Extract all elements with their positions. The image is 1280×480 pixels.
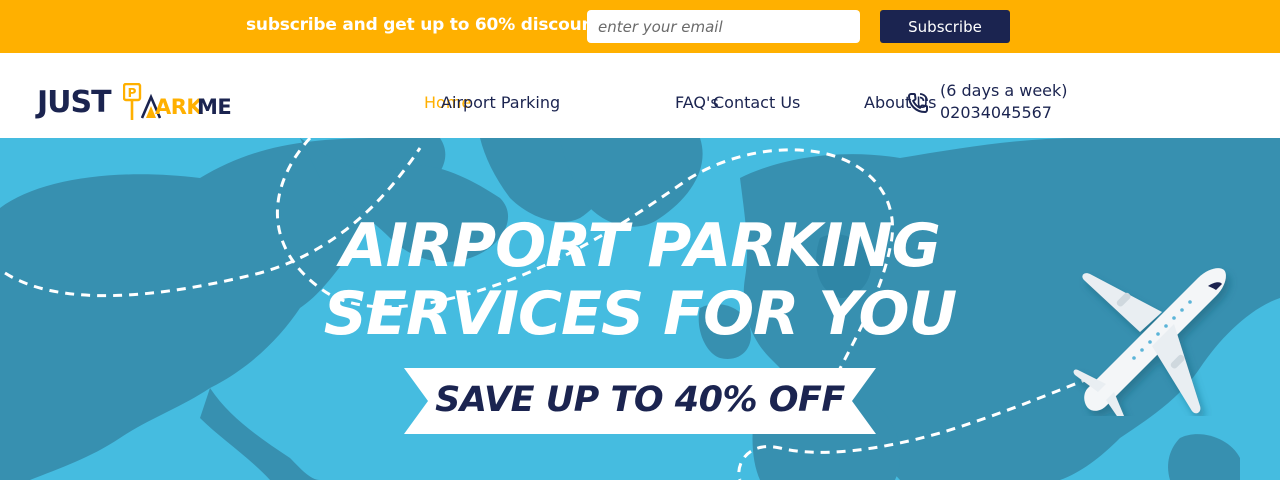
hero-banner: AIRPORT PARKING SERVICES FOR YOU SAVE UP… [0, 138, 1280, 480]
promo-text: subscribe and get up to 60% discount [246, 15, 602, 35]
logo-ark-text: ARK [155, 95, 203, 119]
email-input[interactable] [587, 10, 860, 43]
subscribe-button[interactable]: Subscribe [880, 10, 1010, 43]
discount-ribbon-text: SAVE UP TO 40% OFF [435, 380, 845, 420]
parking-pin-icon: P [123, 83, 142, 120]
logo[interactable]: JUST P ARK ME [37, 83, 232, 123]
phone-icon [907, 93, 928, 114]
nav-contact-us[interactable]: Contact Us [713, 93, 800, 112]
nav-airport-parking[interactable]: Airport Parking [441, 93, 560, 112]
logo-pin-letter: P [128, 86, 137, 100]
logo-just-text: JUST [37, 85, 112, 120]
phone-number-link[interactable]: 02034045567 [940, 103, 1052, 122]
airplane-icon [1073, 268, 1226, 416]
logo-me-text: ME [197, 95, 232, 119]
phone-hours: (6 days a week) [940, 81, 1068, 100]
site-header: JUST P ARK ME Home Airport Parking FAQ's… [0, 53, 1280, 138]
promo-bar: subscribe and get up to 60% discount Sub… [0, 0, 1280, 53]
